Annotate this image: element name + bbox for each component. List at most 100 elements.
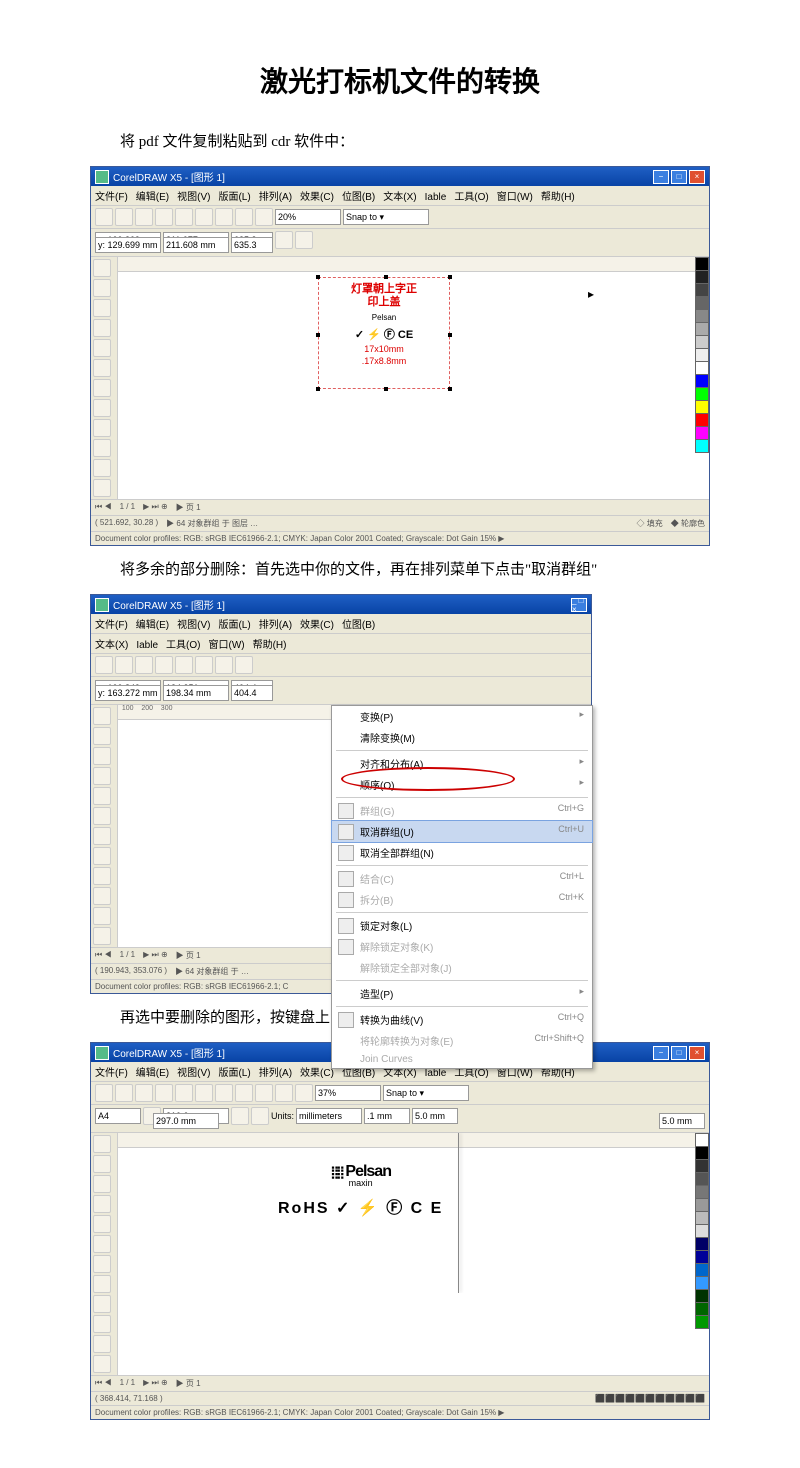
color-swatch[interactable] (695, 1302, 709, 1316)
menu-item[interactable]: 取消群组(U)Ctrl+U (331, 820, 593, 843)
maximize-button[interactable]: □ (671, 1046, 687, 1060)
copy-icon[interactable] (195, 656, 213, 674)
tool-button[interactable] (93, 1295, 111, 1313)
menu-item[interactable]: 顺序(O)▸ (332, 774, 592, 795)
menu-item[interactable]: 文件(F) (95, 192, 128, 203)
tool-button[interactable] (93, 907, 111, 925)
menu-item[interactable]: 文本(X) (383, 192, 416, 203)
orient-icon[interactable] (251, 1107, 269, 1125)
tool-button[interactable] (93, 807, 111, 825)
save-icon[interactable] (135, 208, 153, 226)
y-coord[interactable]: y: 129.699 mm (95, 237, 161, 253)
color-swatch[interactable] (695, 374, 709, 388)
tool-button[interactable] (93, 847, 111, 865)
minimize-button[interactable]: − (653, 1046, 669, 1060)
new-icon[interactable] (95, 208, 113, 226)
color-swatch[interactable] (695, 1315, 709, 1329)
tool-button[interactable] (93, 827, 111, 845)
tool-button[interactable] (93, 1235, 111, 1253)
tool-button[interactable] (93, 1315, 111, 1333)
color-swatch[interactable] (695, 1237, 709, 1251)
color-swatch[interactable] (695, 361, 709, 375)
tool-button[interactable] (93, 299, 111, 317)
snap-field[interactable]: Snap to ▾ (383, 1085, 469, 1101)
menu-item[interactable]: 视图(V) (177, 1068, 210, 1079)
menu-item[interactable]: Iable (136, 640, 158, 651)
color-swatch[interactable] (695, 1159, 709, 1173)
color-swatch[interactable] (695, 439, 709, 453)
menu-item[interactable]: 文件(F) (95, 620, 128, 631)
color-swatch[interactable] (695, 1263, 709, 1277)
print-icon[interactable] (155, 1084, 173, 1102)
color-swatch[interactable] (695, 1172, 709, 1186)
dup-x[interactable]: 5.0 mm (412, 1108, 458, 1124)
print-icon[interactable] (155, 208, 173, 226)
tool-button[interactable] (93, 319, 111, 337)
close-button[interactable]: × (689, 1046, 705, 1060)
color-swatch[interactable] (695, 335, 709, 349)
tool-button[interactable] (93, 419, 111, 437)
page-tab[interactable]: ▶ 页 1 (176, 950, 201, 961)
menu-item[interactable]: 锁定对象(L) (332, 915, 592, 936)
menu-item[interactable]: 窗口(W) (497, 1068, 533, 1079)
menu-item[interactable]: 清除变换(M) (332, 727, 592, 748)
tool-button[interactable] (93, 399, 111, 417)
color-swatch[interactable] (695, 1211, 709, 1225)
tool-button[interactable] (93, 787, 111, 805)
page-tab[interactable]: ▶ 页 1 (176, 502, 201, 513)
artwork[interactable]: ⣿⣿ Pelsan maxin RoHS ✓ ⚡ Ⓕ C E (278, 1163, 443, 1218)
menu-item[interactable]: 文本(X) (383, 1068, 416, 1079)
tool-button[interactable] (93, 1355, 111, 1373)
color-swatch[interactable] (695, 400, 709, 414)
color-swatch[interactable] (695, 1198, 709, 1212)
zoom-field[interactable]: 20% (275, 209, 341, 225)
menu-item[interactable]: 编辑(E) (136, 1068, 169, 1079)
restore-button[interactable]: _ □ × (571, 598, 587, 612)
minimize-button[interactable]: − (653, 170, 669, 184)
color-swatch[interactable] (695, 1250, 709, 1264)
menu-item[interactable]: 排列(A) (259, 192, 292, 203)
zoom-field[interactable]: 37% (315, 1085, 381, 1101)
color-swatch[interactable] (695, 257, 709, 271)
menu-item[interactable]: 编辑(E) (136, 192, 169, 203)
menu-item[interactable]: 帮助(H) (253, 640, 287, 651)
maximize-button[interactable]: □ (671, 170, 687, 184)
tool-button[interactable] (93, 927, 111, 945)
color-swatch[interactable] (695, 387, 709, 401)
color-swatch[interactable] (695, 348, 709, 362)
menu-item[interactable]: 效果(C) (300, 192, 334, 203)
tool-button[interactable] (93, 727, 111, 745)
paste-icon[interactable] (215, 1084, 233, 1102)
menu-item[interactable]: 位图(B) (342, 1068, 375, 1079)
tool-button[interactable] (93, 1195, 111, 1213)
tool-button[interactable] (93, 339, 111, 357)
color-palette[interactable] (695, 1133, 709, 1375)
menu-item[interactable]: 造型(P)▸ (332, 983, 592, 1004)
paper-size[interactable]: A4 (95, 1108, 141, 1124)
dup-y[interactable]: 5.0 mm (659, 1113, 705, 1129)
copy-icon[interactable] (195, 1084, 213, 1102)
tool-button[interactable] (93, 1155, 111, 1173)
color-swatch[interactable] (695, 283, 709, 297)
tool-button[interactable] (93, 259, 111, 277)
menu-item[interactable]: 编辑(E) (136, 620, 169, 631)
menu-item[interactable]: 位图(B) (342, 620, 375, 631)
height-field[interactable]: 198.34 mm (163, 685, 229, 701)
page-tab[interactable]: ▶ 页 1 (176, 1378, 201, 1389)
new-icon[interactable] (95, 656, 113, 674)
tool-button[interactable] (93, 379, 111, 397)
page-h[interactable]: 297.0 mm (153, 1113, 219, 1129)
color-swatch[interactable] (695, 1146, 709, 1160)
selected-object[interactable]: 灯罩朝上字正 印上盖 Pelsan ✓ ⚡ Ⓕ CE 17x10mm .17x8… (318, 277, 450, 389)
undo-icon[interactable] (235, 656, 253, 674)
color-swatch[interactable] (695, 426, 709, 440)
new-icon[interactable] (95, 1084, 113, 1102)
menu-item[interactable]: 窗口(W) (208, 640, 244, 651)
color-swatch[interactable] (695, 309, 709, 323)
cut-icon[interactable] (175, 1084, 193, 1102)
menu-item[interactable]: 版面(L) (218, 192, 250, 203)
menu-item[interactable]: 帮助(H) (541, 192, 575, 203)
color-swatch[interactable] (695, 270, 709, 284)
menu-item[interactable]: 工具(O) (166, 640, 200, 651)
lock-icon[interactable] (275, 231, 293, 249)
